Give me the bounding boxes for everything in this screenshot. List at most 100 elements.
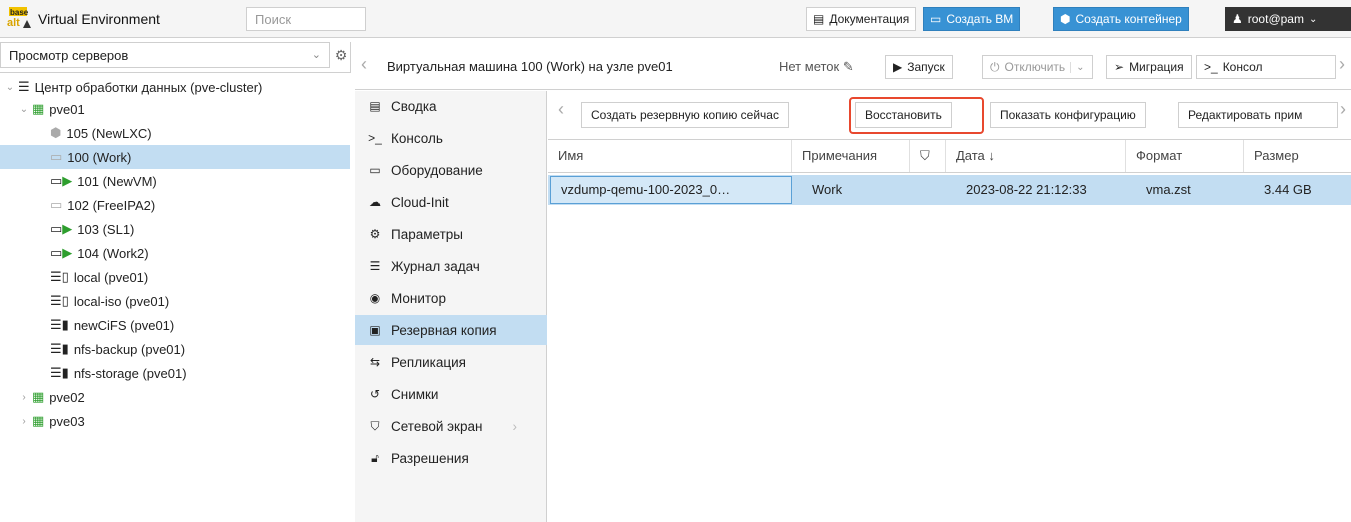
restore-highlight — [849, 97, 984, 134]
shield-icon: ⛉ — [370, 418, 380, 433]
menu-item-cloud-init[interactable]: ☁ Cloud-Init — [355, 187, 547, 217]
chevron-expanded-icon[interactable]: ⌄ — [18, 104, 30, 115]
storage-icon: ☰▯ — [50, 293, 69, 308]
tree-datacenter[interactable]: ⌄ ☰ Центр обработки данных (pve-cluster) — [0, 75, 350, 99]
storage-icon: ☰▮ — [50, 317, 69, 332]
tree-item-103[interactable]: ▭▶ 103 (SL1) — [0, 217, 350, 241]
menu-item-snapshots[interactable]: ↺ Снимки — [355, 379, 547, 409]
tree-item-105[interactable]: ⬢ 105 (NewLXC) — [0, 121, 350, 145]
migrate-button[interactable]: ➢ Миграция — [1106, 55, 1192, 79]
column-protected[interactable]: ⛉ — [910, 140, 946, 172]
cloud-icon: ☁ — [369, 195, 381, 209]
backup-toolbar: ‹ Создать резервную копию сейчас Восстан… — [548, 91, 1351, 134]
list-icon: ☰ — [369, 259, 381, 273]
backup-grid-header: Имя Примечания ⛉ Дата ↓ Формат Размер — [548, 139, 1351, 173]
tree-item-102[interactable]: ▭ 102 (FreeIPA2) — [0, 193, 350, 217]
tree-node-pve03[interactable]: › ▦ pve03 — [0, 409, 350, 433]
edit-notes-button[interactable]: Редактировать прим — [1178, 102, 1338, 128]
user-menu-button[interactable]: ♟ root@pam ⌄ — [1225, 7, 1351, 31]
column-date[interactable]: Дата ↓ — [946, 140, 1126, 172]
column-size[interactable]: Размер — [1244, 140, 1351, 172]
resource-tree-panel: Просмотр серверов ⌄ ⚙ ⌄ ☰ Центр обработк… — [0, 42, 351, 522]
chevron-right-icon[interactable]: › — [1339, 54, 1345, 75]
book-icon: ▤ — [369, 99, 381, 113]
datacenter-icon: ☰ — [18, 79, 30, 94]
storage-icon: ☰▯ — [50, 269, 69, 284]
column-name[interactable]: Имя — [548, 140, 792, 172]
tree-storage-local-iso[interactable]: ☰▯ local-iso (pve01) — [0, 289, 350, 313]
menu-item-summary[interactable]: ▤ Сводка — [355, 91, 547, 121]
menu-item-permissions[interactable]: 🔓︎ Разрешения — [355, 443, 547, 473]
tree-node-pve01[interactable]: ⌄ ▦ pve01 — [0, 97, 350, 121]
menu-item-replication[interactable]: ⇆ Репликация — [355, 347, 547, 377]
vm-menu: ▤ Сводка >_ Консоль ▭ Оборудование ☁ Cloud-I… — [355, 91, 547, 522]
tags-label[interactable]: Нет меток ✎ — [779, 59, 854, 75]
tree-storage-local[interactable]: ☰▯ local (pve01) — [0, 265, 350, 289]
tree-storage-nfs-storage[interactable]: ☰▮ nfs-storage (pve01) — [0, 361, 350, 385]
cell-size: 3.44 GB — [1264, 182, 1312, 197]
floppy-icon: ▣ — [369, 323, 381, 337]
chevron-down-icon[interactable]: ⌄ — [1070, 61, 1085, 73]
svg-text:base: base — [10, 8, 29, 17]
menu-item-monitor[interactable]: ◉ Монитор — [355, 283, 547, 313]
terminal-icon: >_ — [1204, 60, 1218, 74]
svg-text:alt: alt — [7, 17, 20, 29]
app-title: Virtual Environment — [38, 11, 160, 27]
create-container-button[interactable]: ⬢ Создать контейнер — [1053, 7, 1189, 31]
menu-item-task-history[interactable]: ☰ Журнал задач — [355, 251, 547, 281]
vm-stopped-icon: ▭ — [50, 197, 63, 212]
chevron-expanded-icon[interactable]: ⌄ — [4, 82, 16, 93]
column-notes[interactable]: Примечания — [792, 140, 910, 172]
vm-header: ‹ Виртуальная машина 100 (Work) на узле … — [355, 42, 1351, 90]
top-bar: base alt Virtual Environment Поиск ▤ Док… — [0, 0, 1351, 38]
shutdown-button[interactable]: ⏻ Отключить ⌄ — [982, 55, 1093, 79]
storage-icon: ☰▮ — [50, 341, 69, 356]
alt-logo-icon[interactable]: base alt — [6, 6, 32, 32]
chevron-right-icon[interactable]: › — [18, 392, 30, 403]
view-select[interactable]: Просмотр серверов ⌄ — [0, 42, 330, 68]
tree-storage-newcifs[interactable]: ☰▮ newCiFS (pve01) — [0, 313, 350, 337]
vm-running-icon: ▭▶ — [50, 221, 73, 236]
menu-item-options[interactable]: ⚙ Параметры — [355, 219, 547, 249]
gear-icon[interactable]: ⚙ — [332, 44, 350, 66]
menu-item-console[interactable]: >_ Консоль — [355, 123, 547, 153]
power-icon: ⏻ — [990, 59, 1000, 74]
retweet-icon: ⇆ — [369, 355, 381, 369]
pencil-icon[interactable]: ✎ — [843, 59, 854, 74]
chevron-left-icon[interactable]: ‹ — [558, 99, 564, 120]
node-online-icon: ▦ — [32, 101, 45, 116]
tree-node-pve02[interactable]: › ▦ pve02 — [0, 385, 350, 409]
documentation-button[interactable]: ▤ Документация — [806, 7, 917, 31]
search-input[interactable]: Поиск — [246, 7, 366, 31]
column-format[interactable]: Формат — [1126, 140, 1244, 172]
cell-name: vzdump-qemu-100-2023_0… — [550, 176, 792, 204]
gear-icon: ⚙ — [369, 227, 381, 241]
console-button[interactable]: >_ Консол — [1196, 55, 1336, 79]
show-config-button[interactable]: Показать конфигурацию — [990, 102, 1146, 128]
tree-item-100[interactable]: ▭ 100 (Work) — [0, 145, 350, 169]
chevron-right-icon[interactable]: › — [1340, 99, 1346, 120]
storage-icon: ☰▮ — [50, 365, 69, 380]
menu-item-hardware[interactable]: ▭ Оборудование — [355, 155, 547, 185]
node-online-icon: ▦ — [32, 413, 45, 428]
chevron-right-icon[interactable]: › — [18, 416, 30, 427]
table-row[interactable]: vzdump-qemu-100-2023_0… Work 2023-08-22 … — [548, 175, 1351, 205]
tree-item-104[interactable]: ▭▶ 104 (Work2) — [0, 241, 350, 265]
send-icon: ➢ — [1114, 60, 1125, 74]
backup-now-button[interactable]: Создать резервную копию сейчас — [581, 102, 789, 128]
book-icon: ▤ — [813, 12, 825, 26]
terminal-icon: >_ — [368, 131, 382, 145]
menu-item-firewall[interactable]: ⛉ Сетевой экран › — [355, 411, 547, 441]
vm-running-icon: ▭▶ — [50, 245, 73, 260]
chevron-left-icon[interactable]: ‹ — [361, 54, 367, 75]
cube-icon: ⬢ — [1060, 12, 1071, 26]
tree-item-101[interactable]: ▭▶ 101 (NewVM) — [0, 169, 350, 193]
resource-tree: ⌄ ☰ Центр обработки данных (pve-cluster)… — [0, 72, 351, 522]
cell-notes: Work — [812, 182, 843, 197]
monitor-icon: ▭ — [930, 12, 942, 26]
menu-item-backup[interactable]: ▣ Резервная копия — [355, 315, 547, 345]
vm-running-icon: ▭▶ — [50, 173, 73, 188]
create-vm-button[interactable]: ▭ Создать ВМ — [923, 7, 1021, 31]
tree-storage-nfs-backup[interactable]: ☰▮ nfs-backup (pve01) — [0, 337, 350, 361]
start-button[interactable]: ▶ Запуск — [885, 55, 953, 79]
